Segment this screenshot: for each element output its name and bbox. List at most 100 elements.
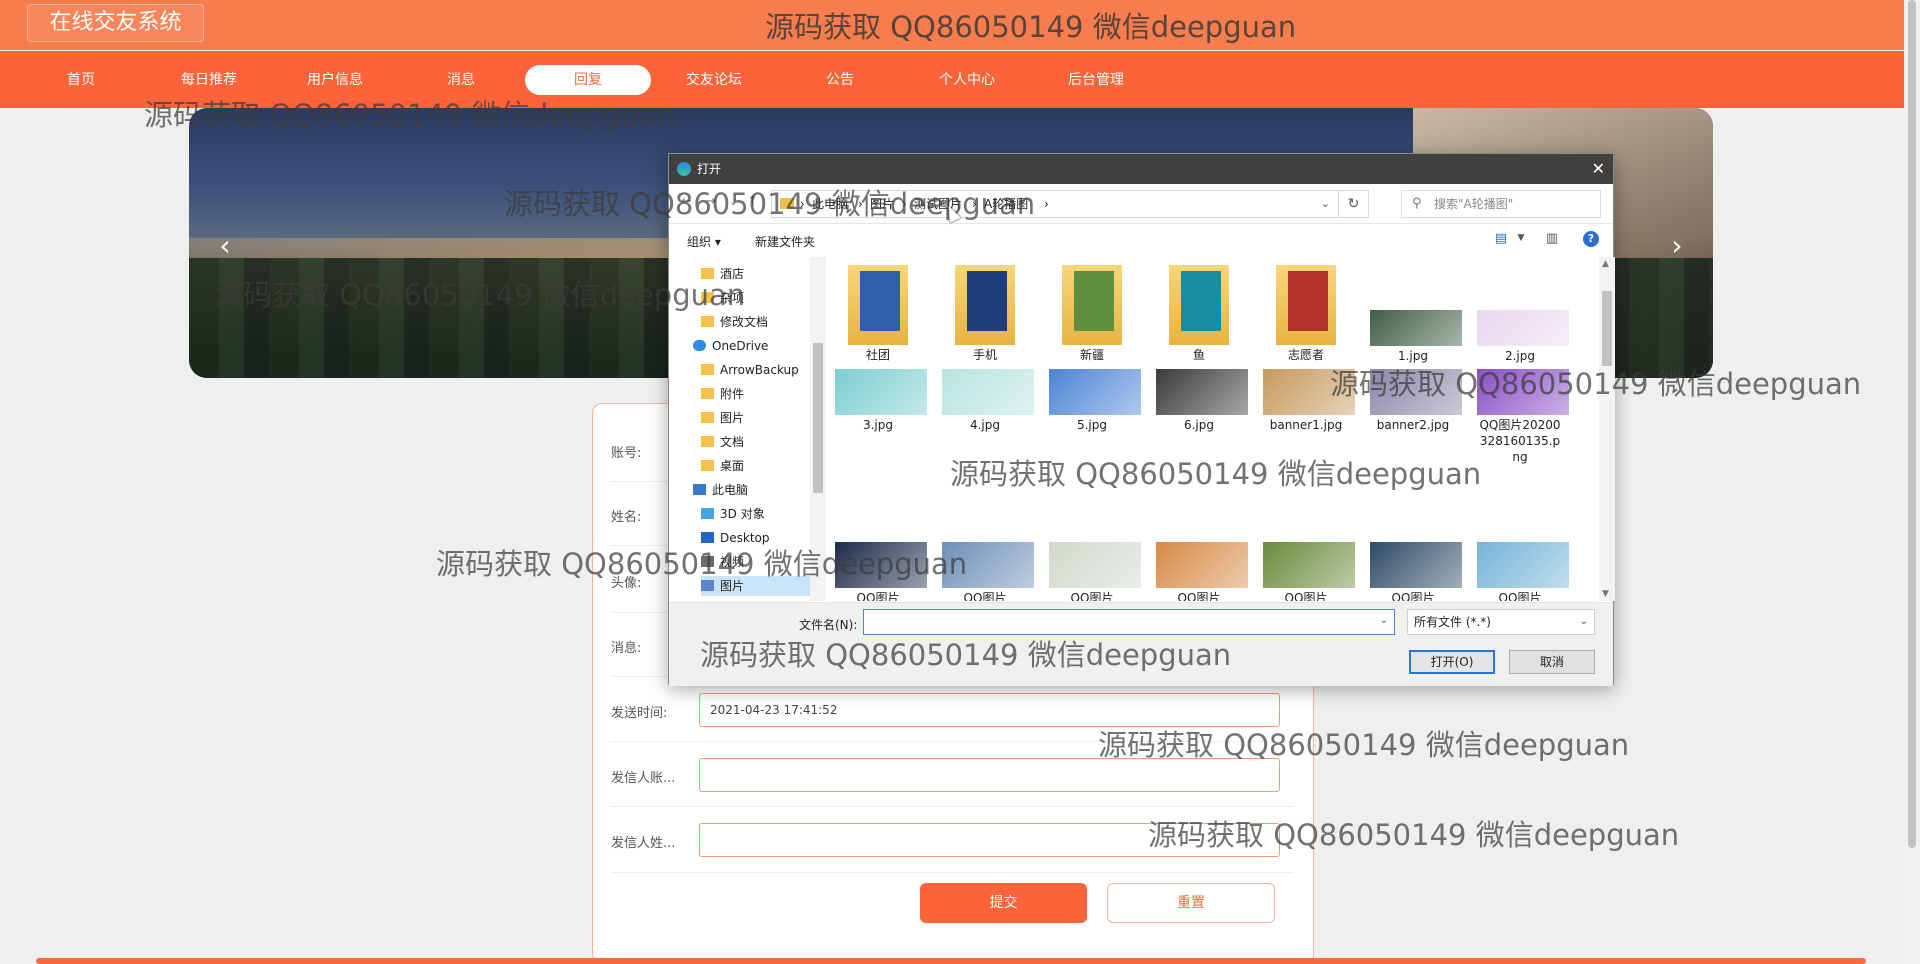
file-item[interactable]: 1.jpg [1370, 265, 1462, 364]
view-mode-icon[interactable]: ▤ [1492, 231, 1510, 247]
nav-item[interactable]: 交友论坛 [651, 65, 777, 95]
up-icon[interactable]: ↑ [747, 194, 758, 209]
tree-item-label: 3D 对象 [720, 507, 765, 521]
tree-item[interactable]: ArrowBackup [701, 360, 799, 380]
form-input[interactable] [699, 757, 1280, 792]
nav-item[interactable]: 每日推荐 [146, 65, 272, 95]
folder-icon [701, 388, 714, 399]
folder-icon [701, 364, 714, 375]
tree-item[interactable]: 3D 对象 [701, 504, 765, 524]
organize-button[interactable]: 组织 ▾ [687, 233, 721, 250]
form-label: 发信人账... [611, 770, 676, 786]
files-scrollbar-thumb[interactable] [1602, 291, 1612, 366]
search-input[interactable]: ⚲ 搜索"A轮播图" [1401, 190, 1601, 218]
form-input[interactable]: 2021-04-23 17:41:52 [699, 692, 1280, 727]
desk-icon [701, 532, 714, 543]
history-dropdown-icon[interactable]: ⌄ [729, 197, 737, 208]
page-scrollbar-thumb[interactable] [1908, 0, 1916, 848]
site-logo[interactable]: 在线交友系统 [27, 4, 204, 42]
scroll-up-icon[interactable]: ▲ [1602, 259, 1609, 269]
breadcrumb-item[interactable]: 此电脑 [812, 191, 848, 217]
file-item[interactable]: QQ图片 [1370, 542, 1462, 601]
submit-button[interactable]: 提交 [920, 883, 1087, 923]
address-bar-row: ← → ⌄ ↑ › 此电脑 › 图片 › 测试图片 › A轮播图 › ⌄ ↻ ⚲… [669, 184, 1613, 224]
chevron-down-icon[interactable]: ⌄ [1380, 615, 1388, 626]
breadcrumb-item[interactable]: A轮播图 [984, 191, 1028, 217]
nav-item[interactable]: 用户信息 [272, 65, 398, 95]
folder-icon [701, 436, 714, 447]
file-name: QQ图片 [1284, 591, 1328, 601]
preview-pane-icon[interactable]: ▥ [1543, 231, 1561, 247]
file-item[interactable]: banner2.jpg [1370, 369, 1462, 433]
file-item[interactable]: QQ图片 [942, 542, 1034, 601]
folder-icon [701, 292, 714, 303]
files-scrollbar[interactable]: ▲ ▼ [1599, 257, 1615, 601]
nav-item[interactable]: 公告 [777, 65, 903, 95]
tree-scrollbar[interactable] [810, 257, 826, 601]
tree-item[interactable]: 此电脑 [693, 480, 748, 500]
scroll-down-icon[interactable]: ▼ [1602, 589, 1609, 599]
tree-scrollbar-thumb[interactable] [813, 343, 823, 493]
file-item[interactable]: banner1.jpg [1263, 369, 1355, 433]
tree-item[interactable]: 视频 [701, 552, 744, 572]
tree-item[interactable]: 酒店 [701, 264, 744, 284]
back-icon[interactable]: ← [681, 194, 692, 209]
tree-item[interactable]: 附件 [701, 384, 744, 404]
tree-item[interactable]: 图片 [701, 408, 744, 428]
open-button[interactable]: 打开(O) [1409, 650, 1495, 674]
forward-icon[interactable]: → [705, 194, 716, 209]
folder-item[interactable]: 新疆 [1049, 265, 1135, 363]
page-scrollbar[interactable] [1904, 0, 1920, 964]
file-item[interactable]: 5.jpg [1049, 369, 1141, 433]
file-name: QQ图片 [1391, 591, 1435, 601]
image-thumbnail [942, 542, 1034, 588]
tree-item[interactable]: 文档 [701, 432, 744, 452]
pic-icon [701, 580, 714, 591]
tree-item[interactable]: 杂项 [701, 288, 744, 308]
nav-item[interactable]: 首页 [18, 65, 144, 95]
folder-item[interactable]: 志愿者 [1263, 265, 1349, 363]
address-bar[interactable]: › 此电脑 › 图片 › 测试图片 › A轮播图 › ⌄ [771, 190, 1339, 218]
form-row: 发送时间: 2021-04-23 17:41:52 [611, 677, 1293, 742]
file-item[interactable]: QQ图片 [1263, 542, 1355, 601]
reset-button[interactable]: 重置 [1107, 883, 1275, 923]
form-row: 发信人账... [611, 742, 1293, 807]
file-item[interactable]: QQ图片 [1477, 542, 1569, 601]
folder-item[interactable]: 社团 [835, 265, 921, 363]
folder-icon [780, 198, 794, 209]
filetype-select[interactable]: 所有文件 (*.*) ⌄ [1407, 609, 1595, 635]
folder-item[interactable]: 鱼 [1156, 265, 1242, 363]
cancel-button[interactable]: 取消 [1509, 650, 1595, 674]
close-icon[interactable]: ✕ [1592, 154, 1605, 184]
nav-item[interactable]: 消息 [398, 65, 524, 95]
file-item[interactable]: 6.jpg [1156, 369, 1248, 433]
banner-prev-icon[interactable]: ‹ [207, 228, 243, 264]
tree-item[interactable]: OneDrive [693, 336, 768, 356]
help-icon[interactable]: ? [1583, 231, 1599, 247]
file-item[interactable]: QQ图片 [835, 542, 927, 601]
tree-item[interactable]: 图片 [701, 576, 818, 596]
nav-item[interactable]: 个人中心 [904, 65, 1030, 95]
banner-next-icon[interactable]: › [1659, 228, 1695, 264]
dialog-toolbar: 组织 ▾ 新建文件夹 ▤ ▼ ▥ ? [669, 225, 1613, 255]
chevron-down-icon[interactable]: ⌄ [1321, 191, 1330, 217]
chevron-down-icon[interactable]: ▼ [1512, 233, 1530, 249]
file-item[interactable]: QQ图片 [1156, 542, 1248, 601]
tree-item[interactable]: Desktop [701, 528, 770, 548]
file-item[interactable]: QQ图片 [1049, 542, 1141, 601]
new-folder-button[interactable]: 新建文件夹 [755, 233, 815, 250]
refresh-icon[interactable]: ↻ [1339, 190, 1369, 218]
file-item[interactable]: 3.jpg [835, 369, 927, 433]
file-item[interactable]: 4.jpg [942, 369, 1034, 433]
breadcrumb-item[interactable]: 图片 [870, 191, 894, 217]
filename-input[interactable]: ⌄ [863, 609, 1395, 635]
file-item[interactable]: 2.jpg [1477, 265, 1569, 364]
tree-item[interactable]: 修改文档 [701, 312, 768, 332]
tree-item[interactable]: 桌面 [701, 456, 744, 476]
file-grid: 社团 手机 新疆 鱼 志愿者 1.jpg 2.jpg 3.jpg 4.jpg 5.jpg 6.jpg… [831, 257, 1599, 601]
form-input[interactable] [699, 823, 1280, 857]
file-item[interactable]: QQ图片20200328160135.png [1477, 369, 1569, 465]
folder-item[interactable]: 手机 [942, 265, 1028, 363]
nav-item[interactable]: 回复 [525, 65, 651, 95]
nav-item[interactable]: 后台管理 [1033, 65, 1159, 95]
